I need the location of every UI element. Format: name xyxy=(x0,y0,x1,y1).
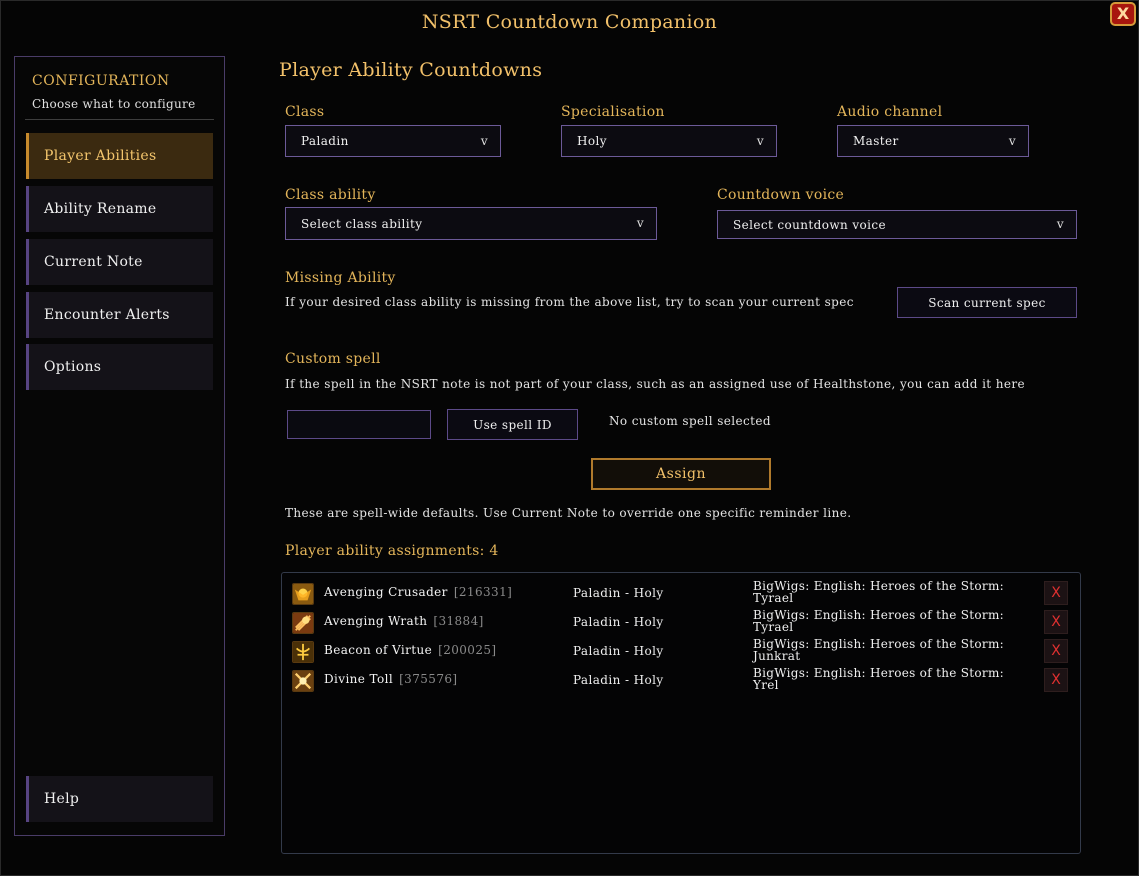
chevron-down-icon: v xyxy=(480,134,488,148)
list-item: Beacon of Virtue [200025] Paladin - Holy … xyxy=(290,637,1070,665)
audio-channel-dropdown[interactable]: Master v xyxy=(837,125,1029,157)
ability-name: Beacon of Virtue [200025] xyxy=(324,643,497,657)
ability-spec: Paladin - Holy xyxy=(573,586,664,600)
spell-id: [216331] xyxy=(453,585,513,599)
class-dropdown[interactable]: Paladin v xyxy=(285,125,501,157)
custom-spell-description: If the spell in the NSRT note is not par… xyxy=(285,377,1026,391)
countdown-voice-label: Countdown voice xyxy=(717,187,845,203)
sidebar-item-current-note[interactable]: Current Note xyxy=(26,239,213,285)
ability-spec: Paladin - Holy xyxy=(573,615,664,629)
audio-channel-dropdown-value: Master xyxy=(853,134,899,148)
class-label: Class xyxy=(285,104,325,120)
list-item: Divine Toll [375576] Paladin - Holy BigWi… xyxy=(290,666,1070,694)
class-ability-dropdown-value: Select class ability xyxy=(301,216,423,231)
sidebar-item-player-abilities[interactable]: Player Abilities xyxy=(26,133,213,179)
custom-spell-label: Custom spell xyxy=(285,351,381,367)
sidebar-item-ability-rename[interactable]: Ability Rename xyxy=(26,186,213,232)
ability-name-text: Divine Toll xyxy=(324,672,394,686)
ability-name-text: Avenging Wrath xyxy=(324,614,428,628)
audio-channel-label: Audio channel xyxy=(837,104,943,120)
specialisation-dropdown[interactable]: Holy v xyxy=(561,125,777,157)
sidebar-divider xyxy=(25,119,214,120)
spell-id-input[interactable] xyxy=(287,410,431,439)
ability-name-text: Avenging Crusader xyxy=(324,585,448,599)
spell-id: [375576] xyxy=(399,672,458,686)
delete-button[interactable]: X xyxy=(1044,668,1068,692)
ability-name-text: Beacon of Virtue xyxy=(324,643,433,657)
ability-name: Avenging Wrath [31884] xyxy=(324,614,484,628)
chevron-down-icon: v xyxy=(636,216,644,230)
list-item: Avenging Wrath [31884] Paladin - Holy Big… xyxy=(290,608,1070,636)
assignments-list: Avenging Crusader [216331] Paladin - Holy… xyxy=(281,572,1081,854)
class-dropdown-value: Paladin xyxy=(301,134,349,148)
delete-button[interactable]: X xyxy=(1044,581,1068,605)
delete-button[interactable]: X xyxy=(1044,639,1068,663)
close-button[interactable]: X xyxy=(1110,2,1136,26)
voice-line-2: Junkrat xyxy=(753,649,801,663)
sidebar-item-help[interactable]: Help xyxy=(26,776,213,822)
assignments-heading: Player ability assignments: 4 xyxy=(285,543,499,559)
app-window: NSRT Countdown Companion X CONFIGURATION… xyxy=(0,0,1139,876)
avenging-wrath-icon xyxy=(292,612,314,634)
ability-voice: BigWigs: English: Heroes of the Storm: Ty… xyxy=(753,609,1013,633)
divine-toll-icon xyxy=(292,670,314,692)
delete-button[interactable]: X xyxy=(1044,610,1068,634)
ability-name: Avenging Crusader [216331] xyxy=(324,585,512,599)
ability-voice: BigWigs: English: Heroes of the Storm: Yr… xyxy=(753,667,1013,691)
chevron-down-icon: v xyxy=(756,134,764,148)
avenging-crusader-icon xyxy=(292,583,314,605)
sidebar-item-encounter-alerts[interactable]: Encounter Alerts xyxy=(26,292,213,338)
scan-current-spec-button[interactable]: Scan current spec xyxy=(897,287,1077,318)
class-ability-label: Class ability xyxy=(285,187,376,203)
spell-id: [31884] xyxy=(433,614,484,628)
ability-spec: Paladin - Holy xyxy=(573,673,664,687)
custom-spell-status: No custom spell selected xyxy=(609,414,771,428)
sidebar-subheading: Choose what to configure xyxy=(32,97,196,111)
assign-button[interactable]: Assign xyxy=(591,458,771,490)
sidebar-item-options[interactable]: Options xyxy=(26,344,213,390)
voice-line-1: BigWigs: English: Heroes of the Storm: xyxy=(753,666,1004,680)
use-spell-id-button[interactable]: Use spell ID xyxy=(447,409,578,440)
chevron-down-icon: v xyxy=(1056,217,1064,231)
close-icon: X xyxy=(1116,4,1130,23)
voice-line-2: Tyrael xyxy=(753,620,794,634)
specialisation-dropdown-value: Holy xyxy=(577,134,607,148)
ability-name: Divine Toll [375576] xyxy=(324,672,457,686)
class-ability-dropdown[interactable]: Select class ability v xyxy=(285,207,657,240)
voice-line-2: Tyrael xyxy=(753,591,794,605)
countdown-voice-dropdown-value: Select countdown voice xyxy=(733,217,887,232)
ability-spec: Paladin - Holy xyxy=(573,644,664,658)
missing-ability-label: Missing Ability xyxy=(285,270,396,286)
specialisation-label: Specialisation xyxy=(561,104,665,120)
sidebar: CONFIGURATION Choose what to configure P… xyxy=(14,56,225,836)
page-title: Player Ability Countdowns xyxy=(279,59,543,81)
chevron-down-icon: v xyxy=(1008,134,1016,148)
voice-line-2: Yrel xyxy=(753,678,779,692)
list-item: Avenging Crusader [216331] Paladin - Holy… xyxy=(290,579,1070,607)
beacon-of-virtue-icon xyxy=(292,641,314,663)
missing-ability-description: If your desired class ability is missing… xyxy=(285,295,854,309)
ability-voice: BigWigs: English: Heroes of the Storm: Ju… xyxy=(753,638,1013,662)
ability-voice: BigWigs: English: Heroes of the Storm: Ty… xyxy=(753,580,1013,604)
countdown-voice-dropdown[interactable]: Select countdown voice v xyxy=(717,210,1077,239)
sidebar-heading: CONFIGURATION xyxy=(32,73,170,89)
window-title: NSRT Countdown Companion xyxy=(421,11,718,33)
spell-id: [200025] xyxy=(438,643,497,657)
defaults-note: These are spell-wide defaults. Use Curre… xyxy=(285,506,852,520)
